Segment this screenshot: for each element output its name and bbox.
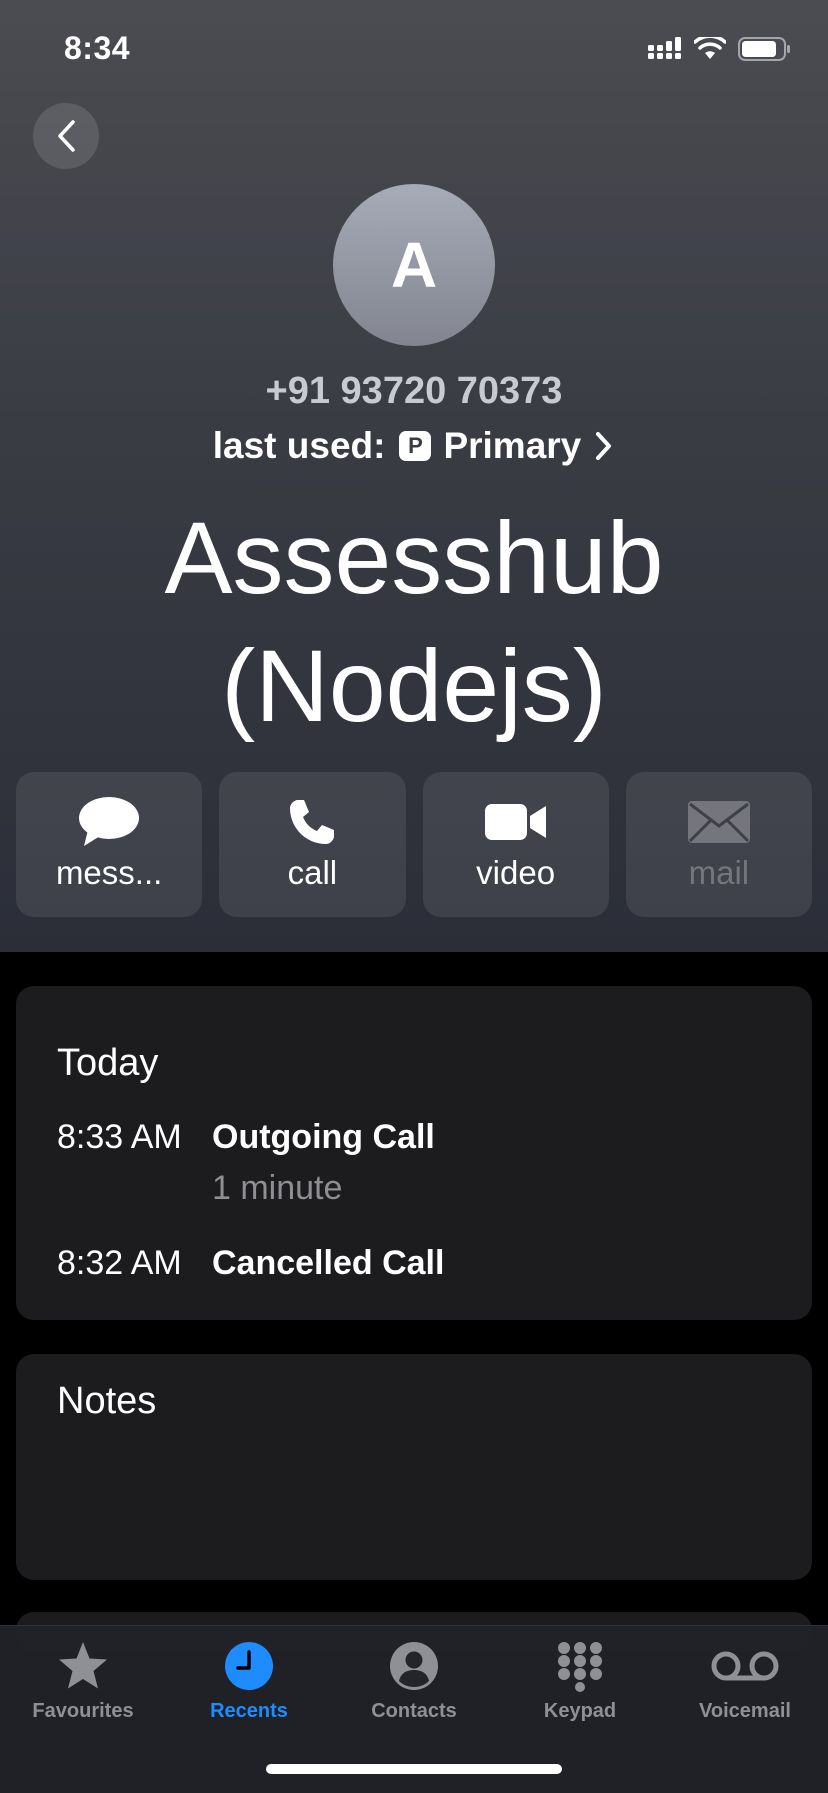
tab-keypad[interactable]: Keypad [497,1640,663,1723]
last-used-line[interactable]: last used: P Primary [0,425,828,467]
clock-icon [225,1642,273,1690]
status-time: 8:34 [64,30,131,66]
tab-favourites[interactable]: Favourites [0,1640,166,1723]
mail-button[interactable]: mail [625,772,812,917]
back-button[interactable] [33,103,99,169]
call-label: call [287,854,338,891]
video-icon [484,804,546,840]
contact-header: 8:34 A +91 93720 70373 last used: P Prim… [0,0,828,952]
tab-contacts[interactable]: Contacts [331,1640,497,1723]
mail-icon [687,801,750,843]
phone-icon [290,800,335,844]
call-duration: 1 minute [212,1169,343,1207]
phone-number[interactable]: +91 93720 70373 [0,370,828,413]
message-button[interactable]: mess... [16,772,203,917]
action-buttons: mess... call video mail [16,772,812,917]
person-icon [390,1642,438,1690]
video-button[interactable]: video [422,772,609,917]
contact-name-line-2: (Nodejs) [221,629,607,743]
tab-recents[interactable]: Recents [166,1640,332,1723]
notes-card[interactable]: Notes [16,1354,812,1580]
contact-name: Assesshub (Nodejs) [0,494,828,750]
tab-label: Favourites [32,1700,134,1722]
star-icon [59,1642,107,1689]
status-icons [648,36,792,62]
notes-title: Notes [57,1380,157,1422]
contact-name-line-1: Assesshub [164,501,664,615]
message-icon [79,797,140,846]
mail-label: mail [688,854,750,891]
message-label: mess... [55,854,163,891]
tab-voicemail[interactable]: Voicemail [662,1640,828,1723]
recents-date-title: Today [57,1042,159,1084]
last-used-label: last used: [212,425,386,466]
video-label: video [476,854,556,891]
call-type: Outgoing Call [212,1118,435,1156]
avatar: A [333,184,495,346]
chevron-right-icon [596,432,612,460]
tab-bar: Favourites Recents Contacts Keypad Voice… [0,1625,828,1793]
call-type: Cancelled Call [212,1244,445,1282]
signal-icon [648,37,681,59]
sim-badge: P [399,431,432,461]
recent-calls-card: Today 8:33 AM Outgoing Call 1 minute 8:3… [16,986,812,1320]
sim-name: Primary [443,425,582,466]
call-time: 8:32 AM [57,1244,182,1282]
keypad-icon [558,1642,602,1692]
battery-icon [738,37,790,61]
tab-label: Keypad [543,1700,617,1722]
tab-label: Contacts [371,1700,457,1722]
tab-label: Voicemail [699,1700,791,1722]
call-button[interactable]: call [219,772,406,917]
voicemail-icon [711,1651,779,1681]
tab-label: Recents [210,1700,288,1722]
chevron-left-icon [58,120,75,152]
home-indicator [266,1764,562,1774]
wifi-icon [694,37,726,59]
call-time: 8:33 AM [57,1118,182,1156]
